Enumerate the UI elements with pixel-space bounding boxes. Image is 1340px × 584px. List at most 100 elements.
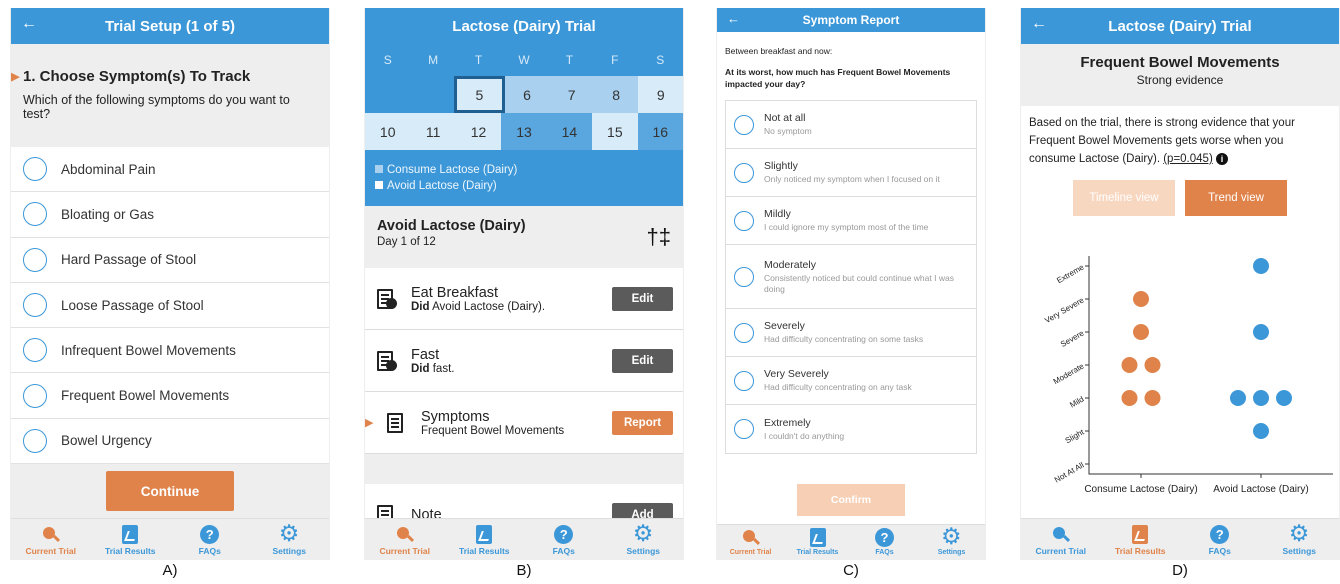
radio-button[interactable] xyxy=(734,322,754,343)
question-icon: ? xyxy=(1210,525,1230,544)
panel-c-symptom-report: ← Symptom Report Between breakfast and n… xyxy=(716,8,986,560)
activity-row-breakfast: Eat Breakfast Did Avoid Lactose (Dairy).… xyxy=(365,268,683,330)
weekday-row: SMTWTFS xyxy=(365,44,683,76)
tab-faqs[interactable]: ? FAQs xyxy=(851,525,918,560)
radio-button[interactable] xyxy=(734,114,754,135)
calendar-day[interactable]: 5 xyxy=(454,76,505,113)
radio-button[interactable] xyxy=(23,338,47,363)
edit-fast-button[interactable]: Edit xyxy=(612,348,673,373)
day-header: Avoid Lactose (Dairy) Day 1 of 12 †‡ xyxy=(365,206,683,268)
severity-option[interactable]: Slightly Only noticed my symptom when I f… xyxy=(726,149,976,197)
continue-button[interactable]: Continue xyxy=(106,471,234,511)
symptom-option[interactable]: Abdominal Pain xyxy=(11,147,329,193)
data-point xyxy=(1253,390,1269,406)
back-icon[interactable]: ← xyxy=(21,15,37,33)
calendar-day[interactable]: 7 xyxy=(549,76,594,113)
severity-option[interactable]: Extremely I couldn't do anything xyxy=(726,405,976,453)
tab-current-trial[interactable]: Current Trial xyxy=(11,519,91,560)
tab-settings[interactable]: Settings xyxy=(250,519,330,560)
radio-button[interactable] xyxy=(23,428,47,453)
back-icon[interactable]: ← xyxy=(1031,15,1047,33)
calendar-day[interactable]: 11 xyxy=(410,113,456,150)
symptom-option-label: Abdominal Pain xyxy=(61,161,156,177)
severity-option[interactable]: Moderately Consistently noticed but could… xyxy=(726,245,976,309)
question-subtitle: Which of the following symptoms do you w… xyxy=(23,93,290,121)
symptom-option[interactable]: Loose Passage of Stool xyxy=(11,283,329,329)
tab-settings[interactable]: Settings xyxy=(1260,519,1340,560)
calendar-day[interactable]: 13 xyxy=(501,113,547,150)
severity-label: Extremely xyxy=(764,416,811,429)
weekday-label: F xyxy=(611,53,619,67)
data-point xyxy=(1121,357,1138,373)
tab-trial-results[interactable]: Trial Results xyxy=(91,519,171,560)
report-symptoms-button[interactable]: Report xyxy=(612,410,673,435)
confirm-button[interactable]: Confirm xyxy=(797,484,905,516)
symptom-option[interactable]: Infrequent Bowel Movements xyxy=(11,328,329,374)
symptom-option[interactable]: Bowel Urgency xyxy=(11,419,329,465)
edit-breakfast-button[interactable]: Edit xyxy=(612,286,673,311)
severity-option[interactable]: Mildly I could ignore my symptom most of … xyxy=(726,197,976,245)
tab-bar: Current Trial Trial Results ?FAQs Settin… xyxy=(717,523,985,560)
calendar-day[interactable]: 12 xyxy=(455,113,502,150)
legend-consume: Consume Lactose (Dairy) xyxy=(387,164,518,176)
calendar-day[interactable]: 8 xyxy=(593,76,639,113)
severity-option[interactable]: Not at all No symptom xyxy=(726,101,976,149)
evidence-level: Strong evidence xyxy=(1136,73,1224,87)
data-point xyxy=(1133,291,1149,307)
calendar-day[interactable]: 16 xyxy=(637,113,683,150)
tab-current-trial[interactable]: Current Trial xyxy=(1021,519,1101,560)
calendar-day[interactable]: 10 xyxy=(365,113,411,150)
symptom-option[interactable]: Hard Passage of Stool xyxy=(11,238,329,283)
trend-view-button[interactable]: Trend view xyxy=(1185,180,1287,216)
clipboard-chart-icon xyxy=(1132,525,1149,544)
calendar-legend: Consume Lactose (Dairy) Avoid Lactose (D… xyxy=(365,162,683,194)
page-title: Symptom Report xyxy=(802,13,900,27)
radio-button[interactable] xyxy=(23,202,47,227)
radio-button[interactable] xyxy=(23,293,47,318)
calendar-week-1: 56789 xyxy=(365,76,683,113)
tab-current-trial[interactable]: Current Trial xyxy=(717,525,784,560)
tab-settings[interactable]: Settings xyxy=(604,519,684,560)
tab-faqs[interactable]: ? FAQs xyxy=(524,519,604,560)
tab-trial-results[interactable]: Trial Results xyxy=(1101,519,1181,560)
severity-option[interactable]: Very Severely Had difficulty concentratin… xyxy=(726,357,976,405)
back-icon[interactable]: ← xyxy=(727,11,740,26)
tab-faqs[interactable]: ? FAQs xyxy=(1180,519,1260,560)
tab-current-trial[interactable]: Current Trial xyxy=(365,519,445,560)
search-icon xyxy=(396,526,414,544)
header-bar: ← Lactose (Dairy) Trial xyxy=(1021,8,1339,44)
radio-button[interactable] xyxy=(734,370,754,391)
radio-button[interactable] xyxy=(734,162,754,183)
header-bar: ← Symptom Report xyxy=(717,8,985,32)
data-point xyxy=(1133,324,1149,340)
calendar-day[interactable]: 15 xyxy=(592,113,638,150)
severity-description: I could ignore my symptom most of the ti… xyxy=(764,222,929,232)
data-point xyxy=(1144,357,1161,373)
severity-label: Slightly xyxy=(764,160,798,172)
radio-button[interactable] xyxy=(23,247,47,272)
tab-settings[interactable]: Settings xyxy=(918,523,985,560)
calendar-day[interactable]: 14 xyxy=(546,113,593,150)
tab-trial-results[interactable]: Trial Results xyxy=(784,525,851,560)
search-icon xyxy=(42,526,60,544)
tab-faqs[interactable]: ? FAQs xyxy=(170,519,250,560)
severity-option[interactable]: Severely Had difficulty concentrating on … xyxy=(726,309,976,357)
tab-trial-results[interactable]: Trial Results xyxy=(445,519,525,560)
calendar-day[interactable] xyxy=(410,76,455,113)
calendar-day[interactable]: 6 xyxy=(504,76,550,113)
gear-icon xyxy=(279,520,300,547)
radio-button[interactable] xyxy=(23,157,47,182)
calendar-day[interactable]: 9 xyxy=(638,76,683,113)
symptom-option[interactable]: Bloating or Gas xyxy=(11,192,329,238)
severity-description: Had difficulty concentrating on some tas… xyxy=(764,334,924,344)
symptom-option[interactable]: Frequent Bowel Movements xyxy=(11,373,329,419)
radio-button[interactable] xyxy=(734,419,754,439)
y-tick-label: Moderate xyxy=(1052,361,1086,386)
radio-button[interactable] xyxy=(734,266,754,287)
radio-button[interactable] xyxy=(23,383,47,408)
timeline-view-button[interactable]: Timeline view xyxy=(1073,180,1175,216)
radio-button[interactable] xyxy=(734,210,754,231)
calendar-day[interactable] xyxy=(365,76,410,113)
header-bar: ← Trial Setup (1 of 5) xyxy=(11,8,329,44)
info-icon[interactable]: i xyxy=(1215,153,1228,165)
